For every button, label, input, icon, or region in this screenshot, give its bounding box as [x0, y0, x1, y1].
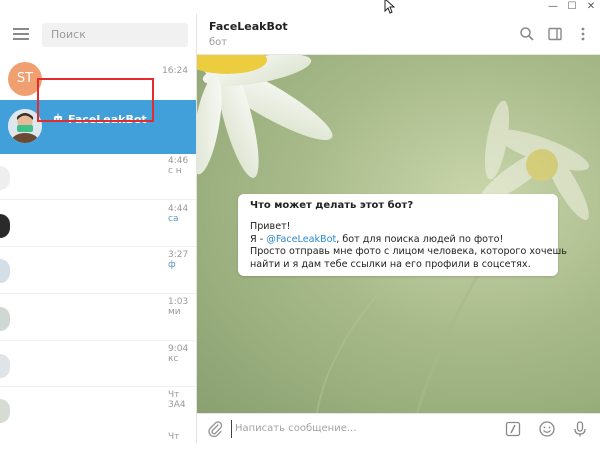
paperclip-icon[interactable]	[206, 420, 224, 438]
list-item[interactable]: 1:03 ми	[168, 297, 196, 317]
avatar-stub	[0, 166, 10, 190]
close-button[interactable]: ✕	[582, 0, 600, 14]
card-line-1: Я - @FaceLeakBot, бот для поиска людей п…	[250, 233, 504, 245]
card-line-2: Просто отправь мне фото с лицом человека…	[250, 246, 567, 257]
hamburger-icon[interactable]	[13, 28, 29, 40]
list-item[interactable]: Чт	[168, 432, 196, 442]
chat-title[interactable]: FaceLeakBot	[209, 20, 288, 33]
chat-panel: FaceLeakBot бот Что может делать этот бо…	[197, 14, 600, 444]
list-item[interactable]: 3:27 ф	[168, 250, 196, 270]
avatar-stub	[0, 354, 10, 378]
more-vertical-icon[interactable]	[575, 26, 591, 42]
avatar-stub	[0, 214, 10, 238]
message-input[interactable]: Написать сообщение...	[231, 420, 495, 438]
list-item[interactable]: 4:46 с н	[168, 156, 196, 176]
list-item[interactable]: 9:04 кс	[168, 344, 196, 364]
command-icon[interactable]	[504, 420, 522, 438]
avatar-stub	[0, 307, 10, 331]
message-composer: Написать сообщение...	[197, 413, 600, 444]
divider	[0, 293, 196, 294]
search-input[interactable]: Поиск	[42, 23, 188, 47]
bot-info-card: Что может делать этот бот? Привет! Я - @…	[238, 194, 567, 276]
emoji-icon[interactable]	[538, 420, 556, 438]
avatar-stub	[0, 259, 10, 283]
chat-subtitle: бот	[209, 37, 228, 48]
divider	[0, 246, 196, 247]
chat-time: 16:24	[162, 66, 188, 76]
divider	[0, 386, 196, 387]
highlight-box	[37, 78, 154, 122]
card-title: Что может делать этот бот?	[250, 200, 414, 211]
microphone-icon[interactable]	[571, 420, 589, 438]
maximize-button[interactable]: ☐	[563, 0, 581, 14]
search-icon[interactable]	[519, 26, 535, 42]
divider	[0, 199, 196, 200]
list-item[interactable]: Чт ЗА4	[168, 390, 196, 410]
chat-background: Что может делать этот бот? Привет! Я - @…	[197, 55, 600, 413]
list-item[interactable]: 4:44 ca	[168, 204, 196, 224]
chat-header[interactable]: FaceLeakBot бот	[197, 14, 600, 55]
bot-mention-link[interactable]: @FaceLeakBot	[266, 234, 336, 245]
card-greeting: Привет!	[250, 221, 291, 232]
sidebar-toggle-icon[interactable]	[547, 26, 563, 42]
avatar-stub	[0, 399, 10, 423]
divider	[0, 340, 196, 341]
card-line-3: найти и я дам тебе ссылки на его профили…	[250, 258, 531, 270]
window-titlebar: — ☐ ✕	[0, 0, 600, 14]
minimize-button[interactable]: —	[544, 0, 562, 14]
